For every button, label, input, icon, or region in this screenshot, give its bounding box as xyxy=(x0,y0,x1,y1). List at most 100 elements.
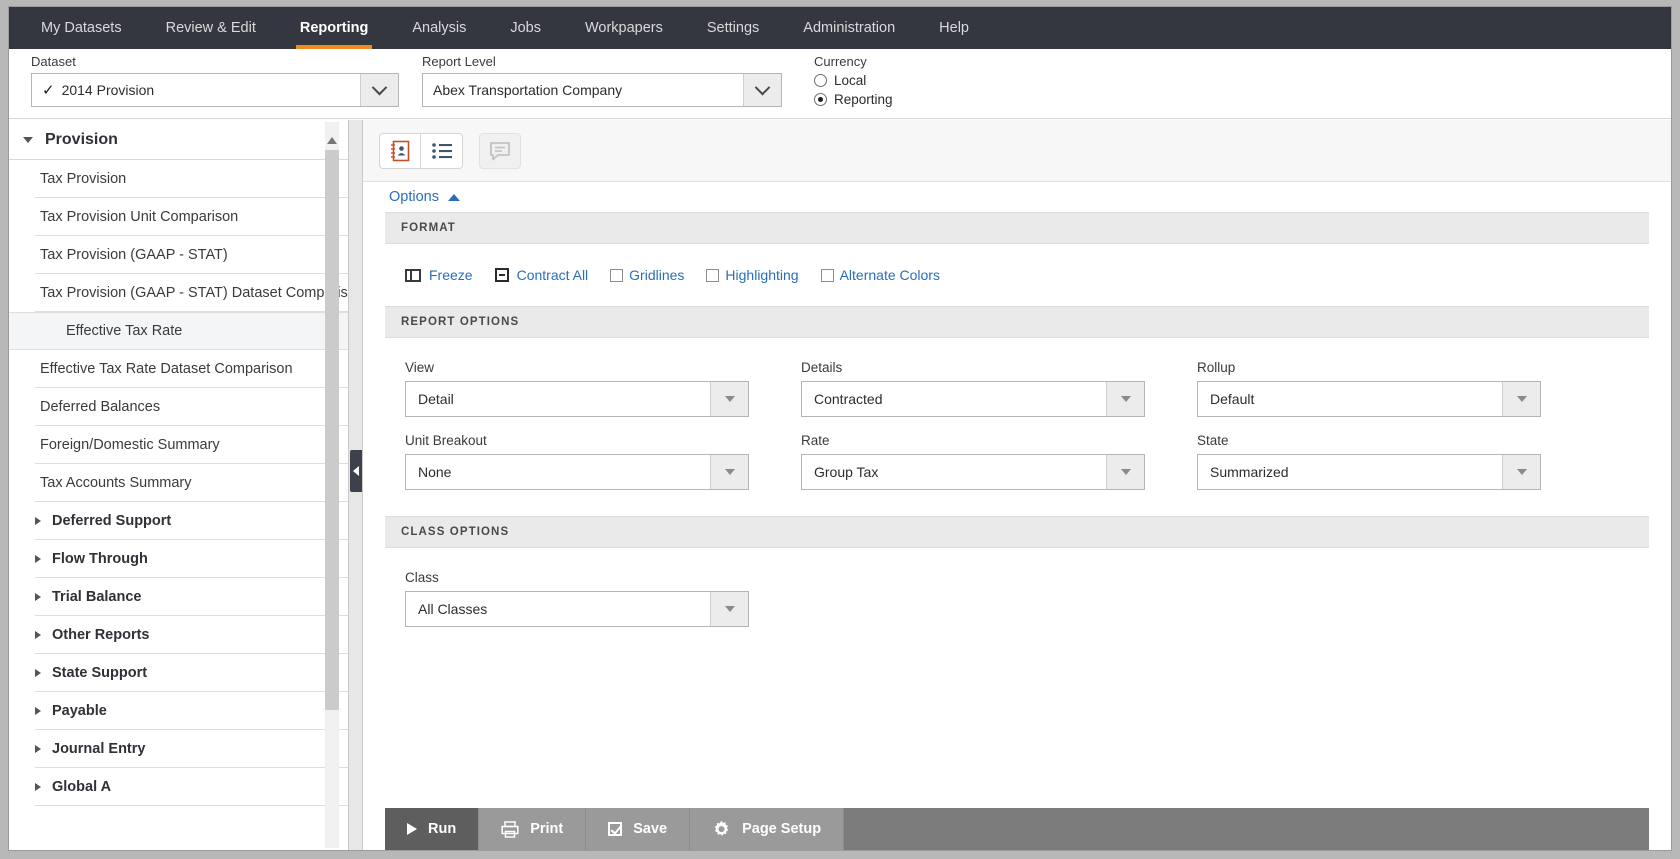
details-select[interactable]: Contracted xyxy=(801,381,1145,417)
comment-button[interactable] xyxy=(479,132,521,169)
tree-group-deferred-support[interactable]: Deferred Support xyxy=(35,502,348,540)
dataset-field-group: Dataset ✓ 2014 Provision xyxy=(31,54,399,107)
main-navigation-bar: My Datasets Review & Edit Reporting Anal… xyxy=(9,7,1671,49)
rollup-dropdown-button[interactable] xyxy=(1502,382,1540,416)
view-select[interactable]: Detail xyxy=(405,381,749,417)
nav-label: Analysis xyxy=(412,20,467,36)
tree-group-other-reports[interactable]: Other Reports xyxy=(35,616,348,654)
sidebar-collapse-handle[interactable] xyxy=(350,450,362,492)
details-dropdown-button[interactable] xyxy=(1106,382,1144,416)
rate-value: Group Tax xyxy=(814,464,879,480)
save-button[interactable]: Save xyxy=(586,808,691,850)
nav-item-administration[interactable]: Administration xyxy=(781,7,917,49)
page-setup-button[interactable]: Page Setup xyxy=(690,808,845,850)
tree-item-effective-tax-rate[interactable]: Effective Tax Rate xyxy=(9,312,348,350)
print-button[interactable]: Print xyxy=(479,808,587,850)
nav-item-workpapers[interactable]: Workpapers xyxy=(563,7,685,49)
options-toggle[interactable]: Options xyxy=(389,189,460,205)
unit-breakout-value: None xyxy=(418,464,452,480)
tree-item-tax-provision-gaap-stat[interactable]: Tax Provision (GAAP - STAT) xyxy=(35,236,348,274)
chevron-right-icon xyxy=(35,592,41,601)
nav-item-settings[interactable]: Settings xyxy=(685,7,781,49)
window-content: My Datasets Review & Edit Reporting Anal… xyxy=(8,6,1672,851)
unit-breakout-dropdown-button[interactable] xyxy=(710,455,748,489)
nav-item-jobs[interactable]: Jobs xyxy=(488,7,563,49)
currency-radio-group: Currency Local Reporting xyxy=(814,54,893,107)
rate-dropdown-button[interactable] xyxy=(1106,455,1144,489)
chevron-right-icon xyxy=(35,630,41,639)
tree-group-state-support[interactable]: State Support xyxy=(35,654,348,692)
tree-item-tax-provision[interactable]: Tax Provision xyxy=(35,160,348,198)
tree-group-journal-entry[interactable]: Journal Entry xyxy=(35,730,348,768)
page-setup-label: Page Setup xyxy=(742,821,822,837)
tree-item-foreign-domestic-summary[interactable]: Foreign/Domestic Summary xyxy=(35,426,348,464)
freeze-icon xyxy=(405,268,421,282)
freeze-button[interactable]: Freeze xyxy=(405,267,473,283)
tree-group-trial-balance[interactable]: Trial Balance xyxy=(35,578,348,616)
sidebar-scrollbar-thumb[interactable] xyxy=(325,150,339,710)
report-level-dropdown-button[interactable] xyxy=(743,74,781,106)
tree-item-label: Effective Tax Rate Dataset Comparison xyxy=(40,360,293,377)
rollup-value: Default xyxy=(1210,391,1255,407)
contract-all-button[interactable]: Contract All xyxy=(494,267,588,283)
report-view-button[interactable] xyxy=(379,132,421,169)
nav-label: Workpapers xyxy=(584,20,663,36)
tree-item-label: Foreign/Domestic Summary xyxy=(40,436,220,453)
tree-item-label: Tax Provision Unit Comparison xyxy=(40,208,239,225)
chevron-down-icon xyxy=(724,469,735,475)
rollup-select[interactable]: Default xyxy=(1197,381,1541,417)
list-view-button[interactable] xyxy=(421,132,463,169)
nav-item-analysis[interactable]: Analysis xyxy=(390,7,488,49)
state-dropdown-button[interactable] xyxy=(1502,455,1540,489)
nav-item-help[interactable]: Help xyxy=(917,7,991,49)
tree-item-tax-accounts-summary[interactable]: Tax Accounts Summary xyxy=(35,464,348,502)
report-options-section-header: REPORT OPTIONS xyxy=(385,306,1649,338)
tree-item-label: Tax Provision (GAAP - STAT) Dataset Comp… xyxy=(40,284,348,301)
tree-item-tax-provision-unit-comparison[interactable]: Tax Provision Unit Comparison xyxy=(35,198,348,236)
class-select[interactable]: All Classes xyxy=(405,591,749,627)
nav-label: Review & Edit xyxy=(165,20,256,36)
tree-item-tax-provision-gaap-stat-dataset-comparison[interactable]: Tax Provision (GAAP - STAT) Dataset Comp… xyxy=(35,274,348,312)
tree-group-global-a[interactable]: Global A xyxy=(35,768,348,806)
gridlines-checkbox[interactable]: Gridlines xyxy=(610,267,684,283)
chevron-right-icon xyxy=(35,554,41,563)
dataset-value-wrap: ✓ 2014 Provision xyxy=(32,74,360,106)
sidebar-scroll-up-button[interactable] xyxy=(325,132,339,148)
view-dropdown-button[interactable] xyxy=(710,382,748,416)
tree-item-effective-tax-rate-dataset-comparison[interactable]: Effective Tax Rate Dataset Comparison xyxy=(35,350,348,388)
chevron-down-icon xyxy=(371,79,388,95)
tree-item-label: Tax Accounts Summary xyxy=(40,474,192,491)
rate-label: Rate xyxy=(801,433,830,448)
tree-group-payable[interactable]: Payable xyxy=(35,692,348,730)
sidebar-vertical-scrollbar[interactable] xyxy=(325,122,339,848)
printer-icon xyxy=(501,820,519,838)
unit-breakout-label: Unit Breakout xyxy=(405,433,487,448)
report-options-grid: View Detail Details Contracted Rollup De… xyxy=(385,338,1649,516)
rate-select[interactable]: Group Tax xyxy=(801,454,1145,490)
tree-group-flow-through[interactable]: Flow Through xyxy=(35,540,348,578)
tree-root-provision[interactable]: Provision xyxy=(9,120,348,160)
alternate-colors-checkbox[interactable]: Alternate Colors xyxy=(820,267,940,283)
dataset-dropdown-button[interactable] xyxy=(360,74,398,106)
report-level-select[interactable]: Abex Transportation Company xyxy=(422,73,782,107)
class-options-section-header: CLASS OPTIONS xyxy=(385,516,1649,548)
unit-breakout-select[interactable]: None xyxy=(405,454,749,490)
class-dropdown-button[interactable] xyxy=(710,592,748,626)
tree-item-deferred-balances[interactable]: Deferred Balances xyxy=(35,388,348,426)
run-button[interactable]: Run xyxy=(385,808,480,850)
nav-item-review-edit[interactable]: Review & Edit xyxy=(144,7,278,49)
nav-item-my-datasets[interactable]: My Datasets xyxy=(19,7,144,49)
dataset-select[interactable]: ✓ 2014 Provision xyxy=(31,73,399,107)
chevron-up-icon xyxy=(447,193,460,201)
state-select[interactable]: Summarized xyxy=(1197,454,1541,490)
tree-item-label: State Support xyxy=(52,664,148,681)
highlighting-checkbox[interactable]: Highlighting xyxy=(706,267,799,283)
report-action-bar: Run Print Save Page Setup xyxy=(385,808,1649,850)
chevron-down-icon xyxy=(1120,469,1131,475)
panel-splitter[interactable] xyxy=(349,120,363,850)
alternate-colors-label: Alternate Colors xyxy=(839,267,940,283)
nav-item-reporting[interactable]: Reporting xyxy=(278,7,390,49)
currency-option-local[interactable]: Local xyxy=(814,73,893,88)
currency-option-reporting[interactable]: Reporting xyxy=(814,92,893,107)
view-mode-toolbar xyxy=(363,120,1671,182)
